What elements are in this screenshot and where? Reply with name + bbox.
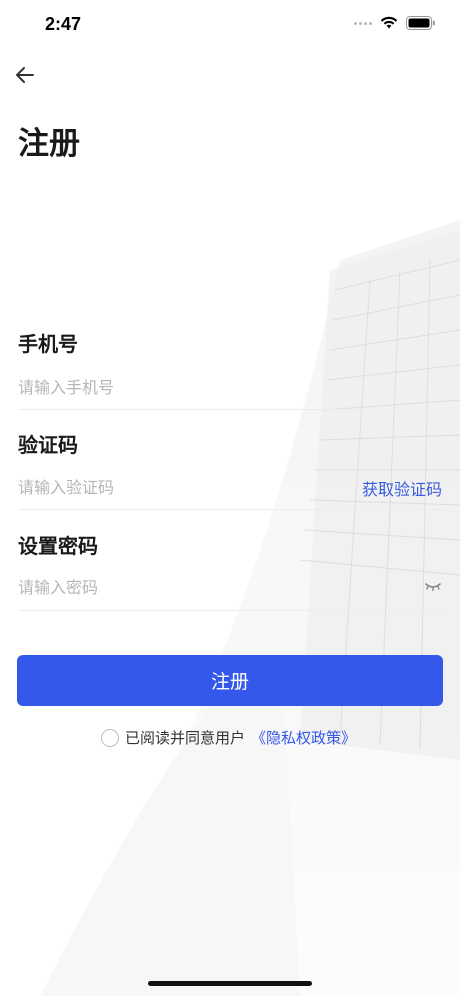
arrow-left-icon[interactable]: [12, 62, 38, 88]
phone-divider: [18, 409, 442, 410]
phone-input[interactable]: [18, 372, 438, 402]
wifi-icon: [380, 16, 398, 29]
code-label: 验证码: [18, 433, 78, 457]
get-code-button[interactable]: 获取验证码: [362, 476, 442, 500]
password-divider: [18, 610, 442, 611]
status-bar: 2:47: [0, 0, 460, 50]
battery-icon: [406, 16, 435, 30]
agreement-text: 已阅读并同意用户: [125, 729, 246, 747]
privacy-policy-link[interactable]: 《隐私权政策》: [251, 727, 356, 748]
phone-label: 手机号: [18, 332, 78, 356]
page-title: 注册: [18, 126, 80, 162]
home-indicator: [148, 981, 312, 986]
code-input[interactable]: [18, 472, 338, 502]
cellular-dots-icon: [354, 21, 372, 25]
eye-closed-icon[interactable]: [424, 580, 442, 592]
status-icons: [354, 16, 436, 30]
status-time: 2:47: [45, 14, 82, 34]
register-button[interactable]: 注册: [17, 655, 443, 706]
password-label: 设置密码: [18, 534, 98, 558]
password-input[interactable]: [18, 572, 408, 602]
agreement-checkbox[interactable]: [101, 728, 119, 747]
code-divider: [18, 509, 442, 510]
agreement-row: 已阅读并同意用户 《隐私权政策》: [101, 727, 356, 748]
